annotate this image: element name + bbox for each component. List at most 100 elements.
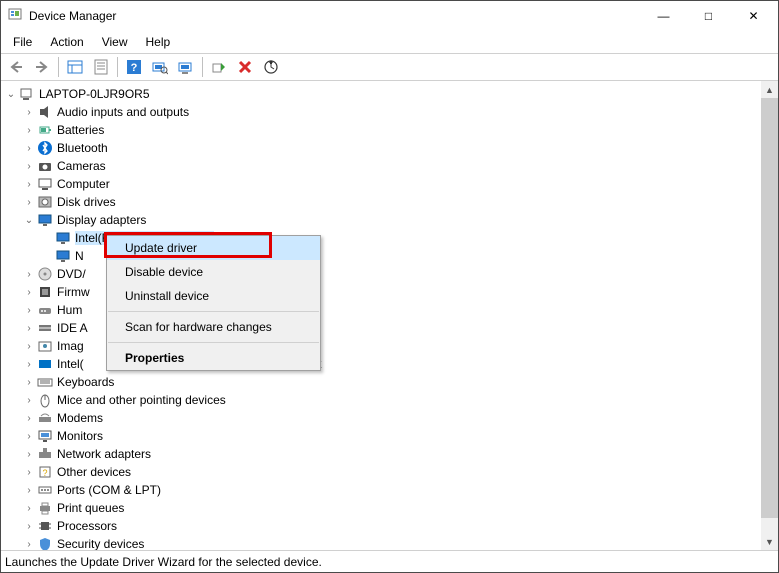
tree-item-label: Display adapters <box>57 213 150 227</box>
expand-icon[interactable]: › <box>21 161 37 172</box>
expand-icon[interactable]: › <box>21 107 37 118</box>
help-icon[interactable]: ? <box>122 55 146 79</box>
tree-category-16[interactable]: › Monitors <box>1 427 761 445</box>
scroll-up-icon[interactable]: ▲ <box>761 81 778 98</box>
other-icon: ? <box>37 464 53 480</box>
tree-item-label: Network adapters <box>57 447 155 461</box>
collapse-icon[interactable]: ⌄ <box>21 215 37 226</box>
tree-item-label: Batteries <box>57 123 108 137</box>
expand-icon[interactable]: › <box>21 521 37 532</box>
tree-category-2[interactable]: ›Bluetooth <box>1 139 761 157</box>
disk-icon <box>37 194 53 210</box>
menu-action[interactable]: Action <box>42 33 91 51</box>
bluetooth-icon <box>37 140 53 156</box>
scroll-down-icon[interactable]: ▼ <box>761 533 778 550</box>
expand-icon[interactable]: › <box>21 449 37 460</box>
context-item-update-driver[interactable]: Update driver <box>107 236 320 260</box>
tree-category-14[interactable]: ›Mice and other pointing devices <box>1 391 761 409</box>
camera-icon <box>37 158 53 174</box>
display-icon <box>55 248 71 264</box>
toolbar: ? <box>1 53 778 81</box>
tree-category-15[interactable]: › Modems <box>1 409 761 427</box>
scan-hardware-button[interactable] <box>148 55 172 79</box>
tree-category-20[interactable]: ›Print queues <box>1 499 761 517</box>
tree-category-6[interactable]: ⌄ Display adapters <box>1 211 761 229</box>
imaging-icon <box>37 338 53 354</box>
minimize-button[interactable]: — <box>641 1 686 31</box>
expand-icon[interactable]: › <box>21 485 37 496</box>
vertical-scrollbar[interactable]: ▲ ▼ <box>761 81 778 550</box>
enable-device-button[interactable] <box>207 55 231 79</box>
menu-view[interactable]: View <box>94 33 136 51</box>
context-item-scan-for-hardware-changes[interactable]: Scan for hardware changes <box>107 315 320 339</box>
battery-icon <box>37 122 53 138</box>
expand-icon[interactable]: › <box>21 359 37 370</box>
svg-text:?: ? <box>131 62 138 74</box>
tree-item-label: Imag <box>57 339 88 353</box>
status-text: Launches the Update Driver Wizard for th… <box>5 555 322 569</box>
menu-separator <box>108 311 319 312</box>
tree-item-label: Ports (COM & LPT) <box>57 483 165 497</box>
tree-item-label: Monitors <box>57 429 107 443</box>
tree-item-label: Modems <box>57 411 107 425</box>
context-item-uninstall-device[interactable]: Uninstall device <box>107 284 320 308</box>
tree-item-label: Hum <box>57 303 86 317</box>
expand-icon[interactable]: › <box>21 341 37 352</box>
expand-icon[interactable]: › <box>21 413 37 424</box>
expand-icon[interactable]: › <box>21 395 37 406</box>
expand-icon[interactable]: › <box>21 323 37 334</box>
maximize-button[interactable]: □ <box>686 1 731 31</box>
expand-icon[interactable]: › <box>21 143 37 154</box>
tree-category-18[interactable]: ›? Other devices <box>1 463 761 481</box>
show-hide-tree-button[interactable] <box>63 55 87 79</box>
back-button[interactable] <box>4 55 28 79</box>
ports-icon <box>37 482 53 498</box>
tree-category-19[interactable]: › Ports (COM & LPT) <box>1 481 761 499</box>
dvd-icon <box>37 266 53 282</box>
monitor-icon <box>37 428 53 444</box>
scroll-thumb[interactable] <box>761 98 778 518</box>
expand-icon[interactable]: › <box>21 377 37 388</box>
expand-icon[interactable]: › <box>21 503 37 514</box>
menu-file[interactable]: File <box>5 33 40 51</box>
tree-item-label: Disk drives <box>57 195 120 209</box>
tree-item-label: Other devices <box>57 465 135 479</box>
tree-category-3[interactable]: › Cameras <box>1 157 761 175</box>
tree-item-label: LAPTOP-0LJR9OR5 <box>39 87 154 101</box>
svg-text:?: ? <box>42 468 47 478</box>
expand-icon[interactable]: › <box>21 305 37 316</box>
menu-help[interactable]: Help <box>138 33 179 51</box>
expand-icon[interactable]: › <box>21 179 37 190</box>
expand-icon[interactable]: › <box>21 269 37 280</box>
scan-changes-button[interactable] <box>259 55 283 79</box>
expand-icon[interactable]: › <box>21 467 37 478</box>
tree-category-4[interactable]: ›Computer <box>1 175 761 193</box>
properties-button[interactable] <box>89 55 113 79</box>
tree-category-0[interactable]: ›Audio inputs and outputs <box>1 103 761 121</box>
tree-category-5[interactable]: › Disk drives <box>1 193 761 211</box>
tree-category-21[interactable]: ›Processors <box>1 517 761 535</box>
ide-icon <box>37 320 53 336</box>
tree-category-22[interactable]: ›Security devices <box>1 535 761 550</box>
expand-icon[interactable]: › <box>21 539 37 550</box>
tree-category-17[interactable]: › Network adapters <box>1 445 761 463</box>
expand-icon[interactable]: › <box>21 197 37 208</box>
tree-category-1[interactable]: › Batteries <box>1 121 761 139</box>
context-item-properties[interactable]: Properties <box>107 346 320 370</box>
context-item-disable-device[interactable]: Disable device <box>107 260 320 284</box>
expand-icon[interactable]: › <box>21 125 37 136</box>
tree-category-13[interactable]: ›Keyboards <box>1 373 761 391</box>
update-driver-button[interactable] <box>174 55 198 79</box>
expand-icon[interactable]: › <box>21 287 37 298</box>
uninstall-device-button[interactable] <box>233 55 257 79</box>
app-icon <box>7 7 23 26</box>
close-button[interactable]: ✕ <box>731 1 776 31</box>
mouse-icon <box>37 392 53 408</box>
root-icon <box>19 86 35 102</box>
forward-button[interactable] <box>30 55 54 79</box>
expand-icon[interactable]: › <box>21 431 37 442</box>
tree-root[interactable]: ⌄ LAPTOP-0LJR9OR5 <box>1 85 761 103</box>
tree-item-label: Cameras <box>57 159 110 173</box>
collapse-icon[interactable]: ⌄ <box>3 89 19 100</box>
security-icon <box>37 536 53 550</box>
